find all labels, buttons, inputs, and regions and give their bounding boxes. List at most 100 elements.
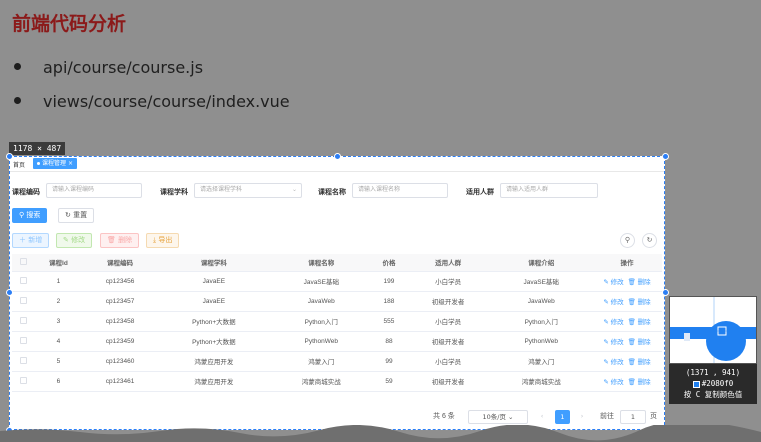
row-actions: ✎ 修改 🗑 删除 [592,351,662,372]
table-cell: 鸿蒙应用开发 [157,351,271,372]
goto-label: 前往 [600,413,614,420]
course-code-label: 课程编码 [12,188,40,196]
table-cell: 小白学员 [405,311,491,332]
tab-course-management[interactable]: 课程管理 × [33,158,77,169]
resize-handle[interactable] [6,289,13,296]
search-button[interactable]: ⚲ 搜索 [12,208,48,223]
select-all-checkbox[interactable] [12,254,34,272]
row-edit-button[interactable]: ✎ 修改 [603,319,623,326]
resize-handle[interactable] [662,153,669,160]
course-name-input[interactable]: 请输入课程名称 [352,183,448,198]
row-checkbox[interactable] [12,331,34,352]
selection-size-badge: 1178 × 487 [9,142,66,155]
row-edit-button[interactable]: ✎ 修改 [603,339,623,346]
page-size-select[interactable]: 10条/页 ⌄ [468,410,528,424]
table-cell: 5 [34,351,83,372]
table-header-row: 课程Id 课程编码 课程学科 课程名称 价格 适用人群 课程介绍 操作 [12,254,662,272]
search-icon: ⚲ [19,211,25,219]
bullet-text: api/course/course.js [43,58,204,77]
row-delete-button[interactable]: 🗑 删除 [628,359,651,366]
table-row: 4 cp123459 Python+大数据 PythonWeb 88 初级开发者 Pytho… [12,331,662,352]
table-cell: 555 [372,311,406,332]
table-cell: 59 [372,371,406,392]
audience-label: 适用人群 [466,188,494,196]
add-button[interactable]: ＋ 新增 [12,233,50,248]
course-subject-select[interactable]: 请选择课程学科 ⌄ [194,183,302,198]
course-code-input[interactable]: 请输入课程编码 [46,183,142,198]
table-cell: 1 [34,271,83,292]
row-delete-button[interactable]: 🗑 删除 [628,279,651,286]
table-cell: JavaEE [157,291,271,312]
table-cell: 初级开发者 [405,371,491,392]
table-cell: cp123461 [82,371,158,392]
row-edit-button[interactable]: ✎ 修改 [603,279,623,286]
table-cell: cp123459 [82,331,158,352]
bullet-item: api/course/course.js [14,58,203,77]
row-delete-button[interactable]: 🗑 删除 [628,339,651,346]
row-edit-button[interactable]: ✎ 修改 [603,359,623,366]
row-delete-button[interactable]: 🗑 删除 [628,379,651,386]
row-checkbox[interactable] [12,371,34,392]
tab-home[interactable]: 首页 [13,160,25,169]
row-edit-button[interactable]: ✎ 修改 [603,379,623,386]
button-label: 导出 [158,236,173,244]
row-checkbox[interactable] [12,351,34,372]
table-row: 2 cp123457 JavaEE JavaWeb 188 初级开发者 JavaWeb ✎ 修… [12,291,662,312]
magnifier-preview [670,297,756,363]
current-page-button[interactable]: 1 [555,410,570,424]
search-toggle-icon[interactable]: ⚲ [620,233,635,248]
table-cell: 鸿蒙入门 [270,351,373,372]
slide-title: 前端代码分析 [12,13,127,35]
table-cell: 鸿蒙商城实战 [490,371,592,392]
column-header: 操作 [592,254,662,272]
course-table: 课程Id 课程编码 课程学科 课程名称 价格 适用人群 课程介绍 操作 1 cp1… [12,254,662,392]
audience-input[interactable]: 请输入适用人群 [500,183,598,198]
delete-button[interactable]: 🗑 删除 [100,233,140,248]
close-icon[interactable]: × [68,160,73,167]
row-edit-button[interactable]: ✎ 修改 [603,299,623,306]
table-cell: 小白学员 [405,351,491,372]
table-cell: JavaWeb [490,291,592,312]
row-checkbox[interactable] [12,291,34,312]
table-cell: 2 [34,291,83,312]
color-magnifier [669,296,757,364]
table-cell: Python+大数据 [157,311,271,332]
table-cell: JavaWeb [270,291,373,312]
resize-handle[interactable] [334,153,341,160]
button-label: 修改 [71,236,86,244]
bottom-decoration [0,425,761,442]
table-cell: JavaSE基础 [490,271,592,292]
table-cell: PythonWeb [270,331,373,352]
row-checkbox[interactable] [12,271,34,292]
button-label: 搜索 [26,211,41,219]
export-button[interactable]: ⤓ 导出 [146,233,180,248]
next-page-button[interactable]: › [575,410,589,424]
table-cell: 小白学员 [405,271,491,292]
table-cell: cp123456 [82,271,158,292]
edit-button[interactable]: ✎ 修改 [56,233,93,248]
column-header: 课程名称 [270,254,373,272]
column-header: 适用人群 [405,254,491,272]
row-actions: ✎ 修改 🗑 删除 [592,371,662,392]
table-cell: cp123458 [82,311,158,332]
row-actions: ✎ 修改 🗑 删除 [592,271,662,292]
reset-button[interactable]: ↻ 重置 [58,208,95,223]
resize-handle[interactable] [6,153,13,160]
row-checkbox[interactable] [12,311,34,332]
chevron-down-icon: ⌄ [508,413,514,421]
refresh-icon[interactable]: ↻ [642,233,657,248]
goto-page-input[interactable]: 1 [620,410,646,424]
cursor-coordinates: (1371 , 941) [685,368,741,377]
app-screenshot: 首页 课程管理 × 课程编码 请输入课程编码 课程学科 请选择课程学科 ⌄ 课程名… [9,156,665,430]
bullet-dot-icon [14,97,21,104]
table-row: 3 cp123458 Python+大数据 Python入门 555 小白学员 Python… [12,311,662,332]
table-cell: 初级开发者 [405,331,491,352]
resize-handle[interactable] [662,289,669,296]
prev-page-button[interactable]: ‹ [535,410,549,424]
copy-hint: 按 C 复制颜色值 [683,390,743,399]
row-delete-button[interactable]: 🗑 删除 [628,299,651,306]
row-delete-button[interactable]: 🗑 删除 [628,319,651,326]
table-cell: JavaSE基础 [270,271,373,292]
bullet-item: views/course/course/index.vue [14,92,290,111]
tab-label: 课程管理 [42,160,67,167]
